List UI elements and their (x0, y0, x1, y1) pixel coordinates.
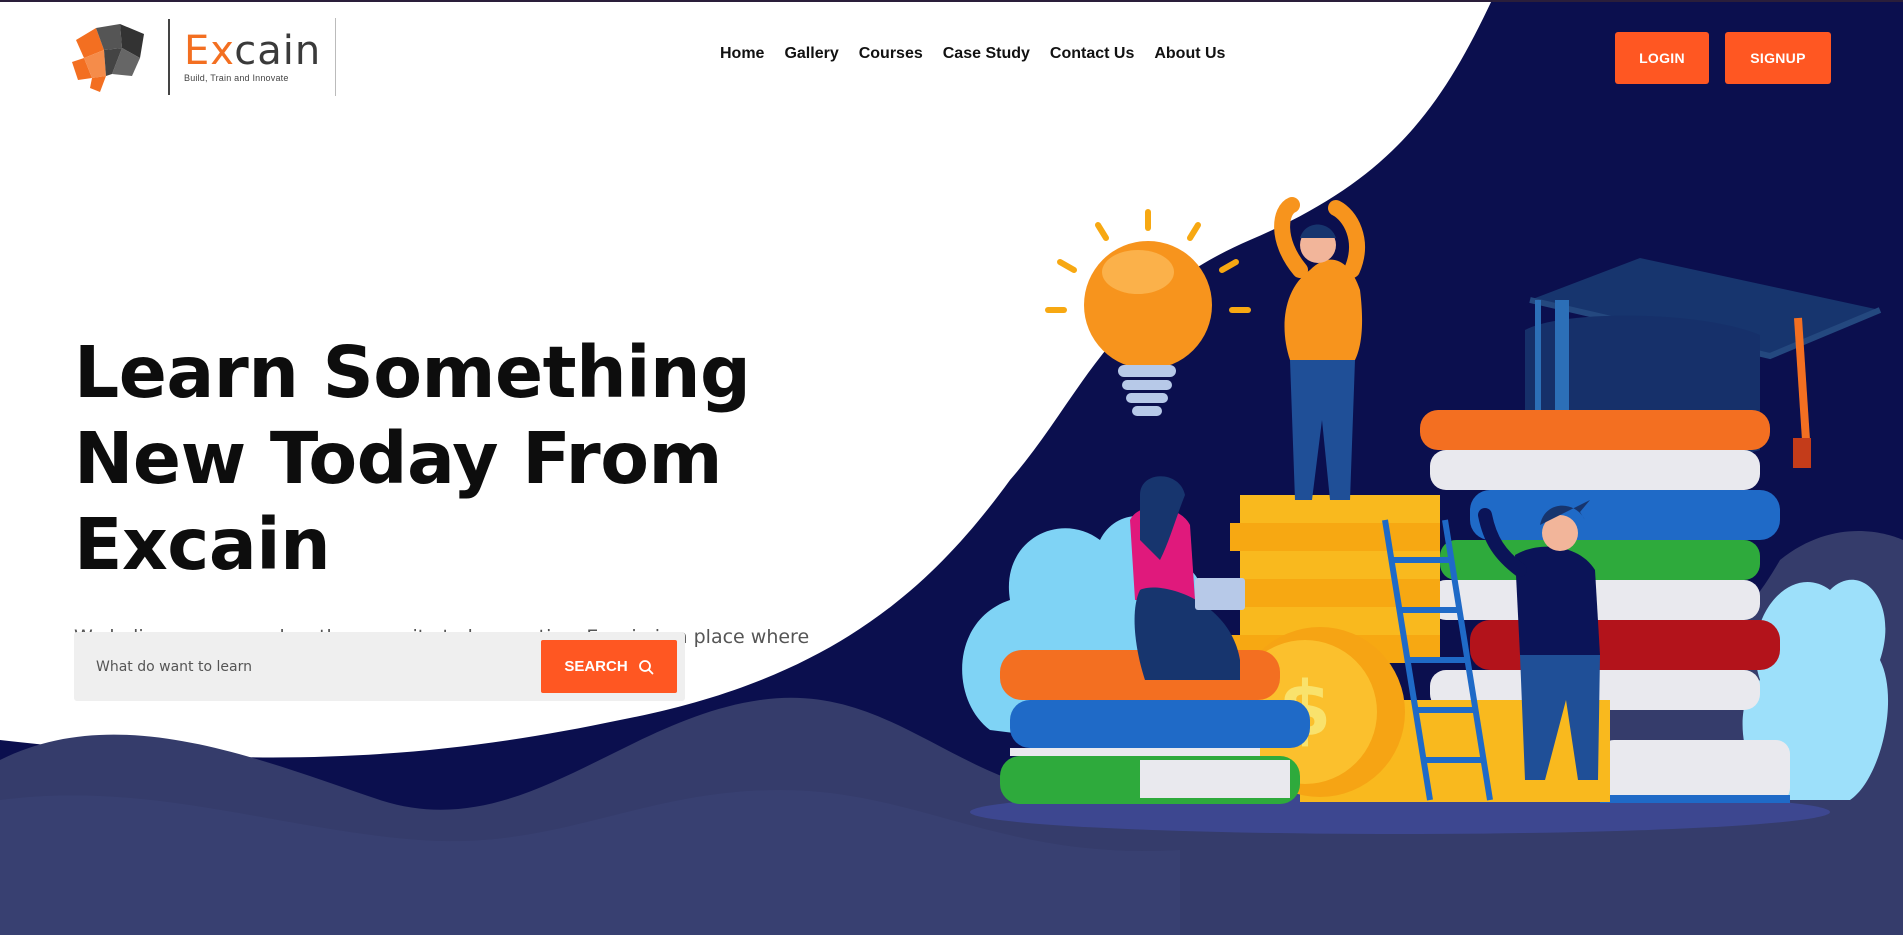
logo-text: Excain Build, Train and Innovate (184, 31, 321, 83)
hero-title: Learn Something New Today From Excain (74, 330, 894, 588)
logo-divider (168, 19, 170, 95)
nav-case-study[interactable]: Case Study (943, 45, 1030, 63)
logo-separator (335, 18, 337, 96)
hero-title-line-1: Learn Something (74, 331, 751, 414)
nav-about-us[interactable]: About Us (1154, 45, 1225, 63)
search-bar: SEARCH (74, 632, 685, 701)
signup-button[interactable]: SIGNUP (1725, 32, 1831, 84)
brain-logo-icon (72, 24, 144, 92)
brand-tagline: Build, Train and Innovate (184, 73, 289, 83)
brand-logo[interactable]: Excain Build, Train and Innovate (70, 18, 337, 96)
auth-buttons: LOGIN SIGNUP (1615, 32, 1831, 84)
nav-home[interactable]: Home (720, 45, 764, 63)
brand-name: Excain (184, 31, 321, 71)
nav-courses[interactable]: Courses (859, 45, 923, 63)
brand-name-rest: cain (234, 28, 322, 74)
hero-title-line-2: New Today From Excain (74, 417, 722, 586)
brand-name-accent: Ex (184, 28, 235, 74)
search-input[interactable] (74, 633, 541, 700)
nav-gallery[interactable]: Gallery (784, 45, 838, 63)
main-nav: Home Gallery Courses Case Study Contact … (720, 45, 1225, 63)
search-icon (638, 659, 654, 674)
person-cheering (1274, 197, 1365, 500)
search-button[interactable]: SEARCH (541, 640, 677, 693)
login-button[interactable]: LOGIN (1615, 32, 1709, 84)
lightbulb-icon (1045, 209, 1251, 416)
site-header: Excain Build, Train and Innovate Home Ga… (0, 0, 1903, 115)
nav-contact-us[interactable]: Contact Us (1050, 45, 1134, 63)
search-button-label: SEARCH (564, 658, 628, 675)
hero-section: Learn Something New Today From Excain We… (74, 330, 894, 701)
person-with-laptop (1130, 476, 1245, 680)
